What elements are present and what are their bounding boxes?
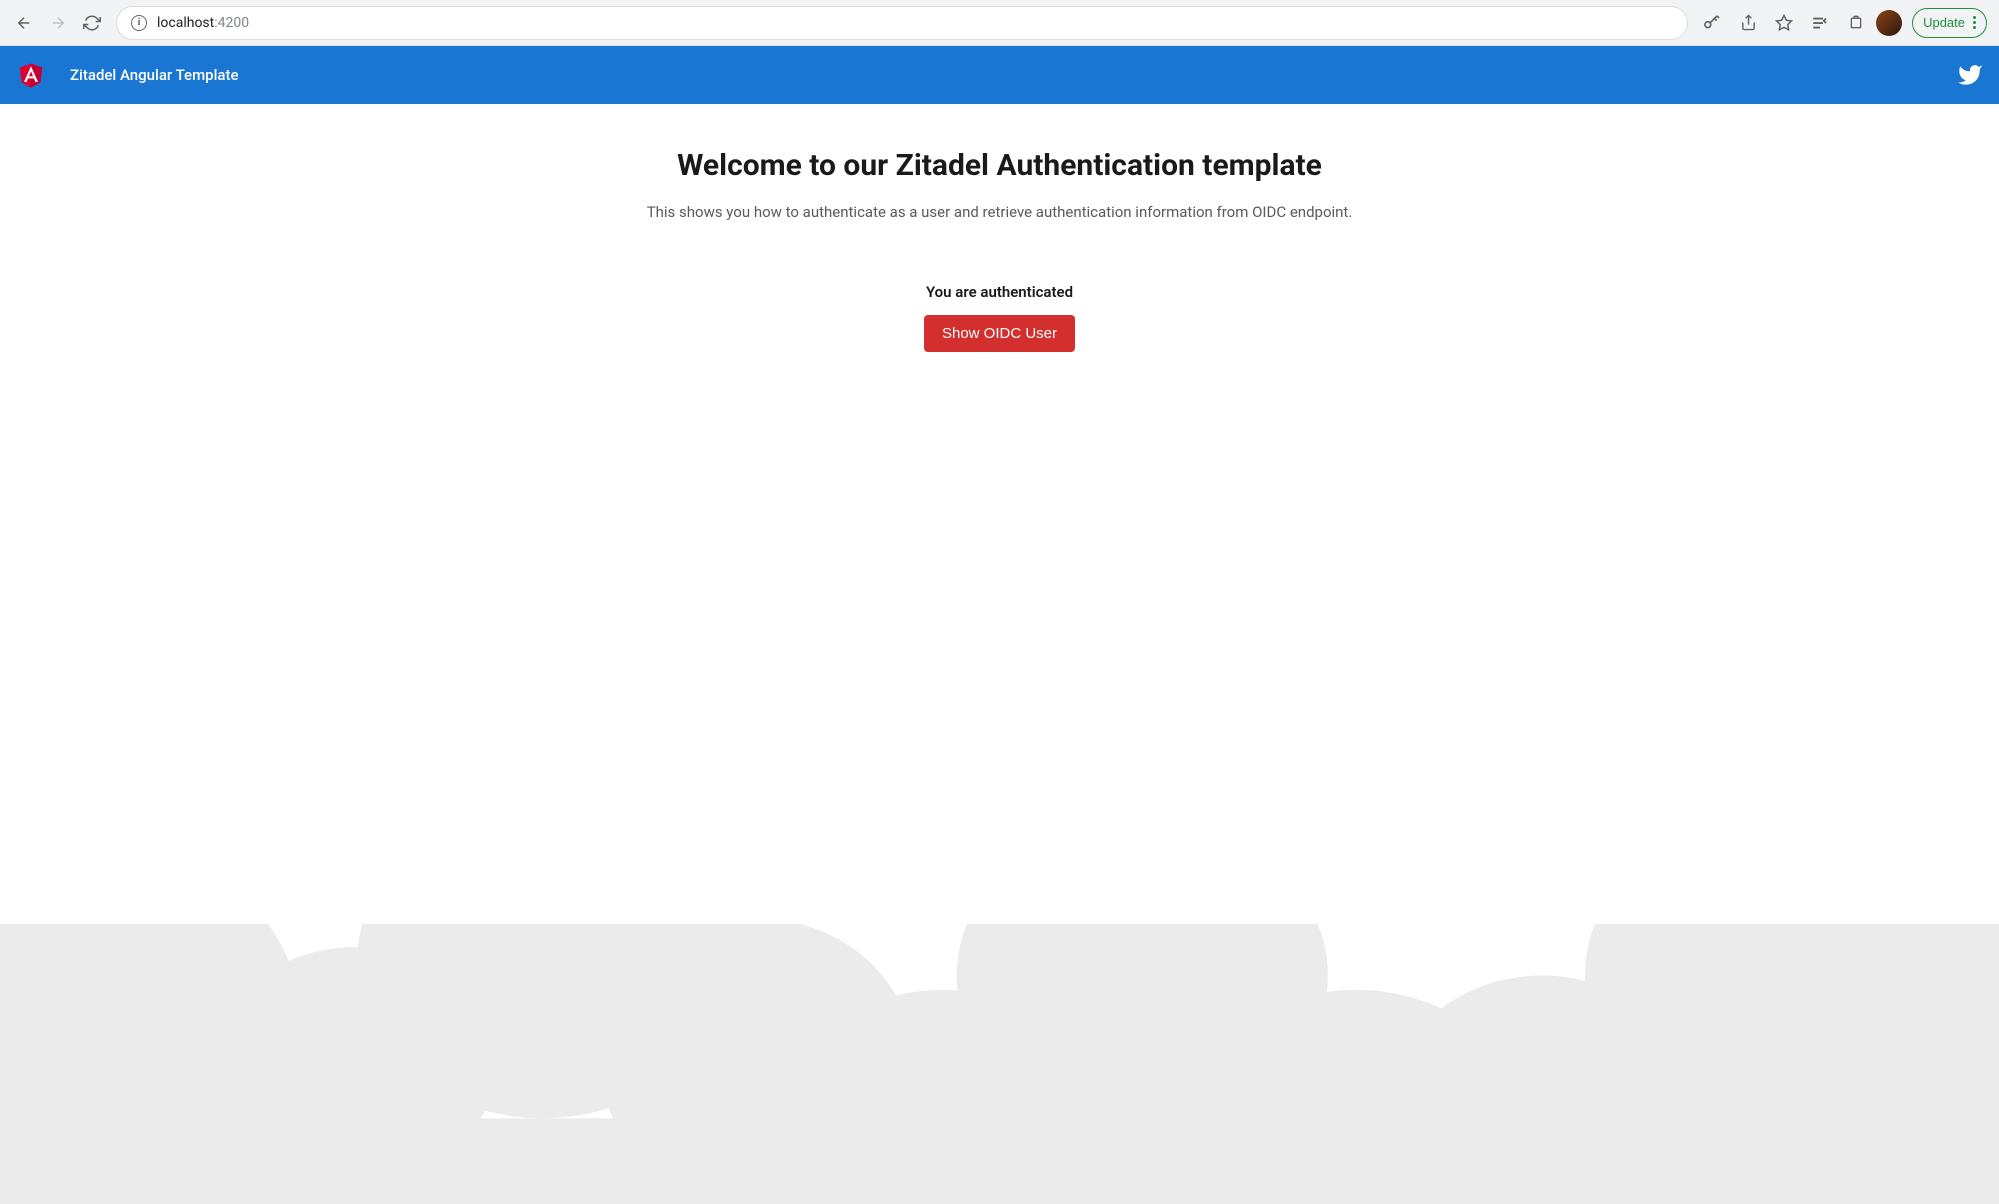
angular-logo-icon [16,59,46,91]
password-key-icon[interactable] [1696,7,1728,39]
browser-toolbar: i localhost:4200 [0,0,1999,46]
share-icon[interactable] [1732,7,1764,39]
forward-button[interactable] [42,7,74,39]
url-display: localhost:4200 [157,15,249,31]
address-bar[interactable]: i localhost:4200 [116,6,1688,40]
reload-button[interactable] [76,7,108,39]
update-label: Update [1923,15,1965,30]
main-content: Welcome to our Zitadel Authentication te… [0,104,1999,352]
url-port: :4200 [214,15,249,31]
more-dots-icon [1973,16,1976,29]
welcome-title: Welcome to our Zitadel Authentication te… [0,148,1999,183]
url-host: localhost [157,15,214,31]
header-left: Zitadel Angular Template [16,59,239,91]
extensions-icon[interactable] [1840,7,1872,39]
arrow-right-icon [49,14,67,32]
app-header: Zitadel Angular Template [0,46,1999,104]
welcome-subtitle: This shows you how to authenticate as a … [0,203,1999,221]
auth-status: You are authenticated [0,283,1999,301]
reload-icon [83,14,101,32]
back-button[interactable] [8,7,40,39]
clouds-decoration [0,924,1999,1204]
show-oidc-user-button[interactable]: Show OIDC User [924,315,1075,352]
nav-buttons [8,7,108,39]
profile-avatar[interactable] [1876,10,1902,36]
reading-list-icon[interactable] [1804,7,1836,39]
twitter-icon[interactable] [1957,62,1983,88]
chrome-actions: Update [1696,7,1991,39]
app-title: Zitadel Angular Template [70,66,239,84]
site-info-icon[interactable]: i [131,15,147,31]
arrow-left-icon [15,14,33,32]
bookmark-star-icon[interactable] [1768,7,1800,39]
update-button[interactable]: Update [1912,8,1987,38]
